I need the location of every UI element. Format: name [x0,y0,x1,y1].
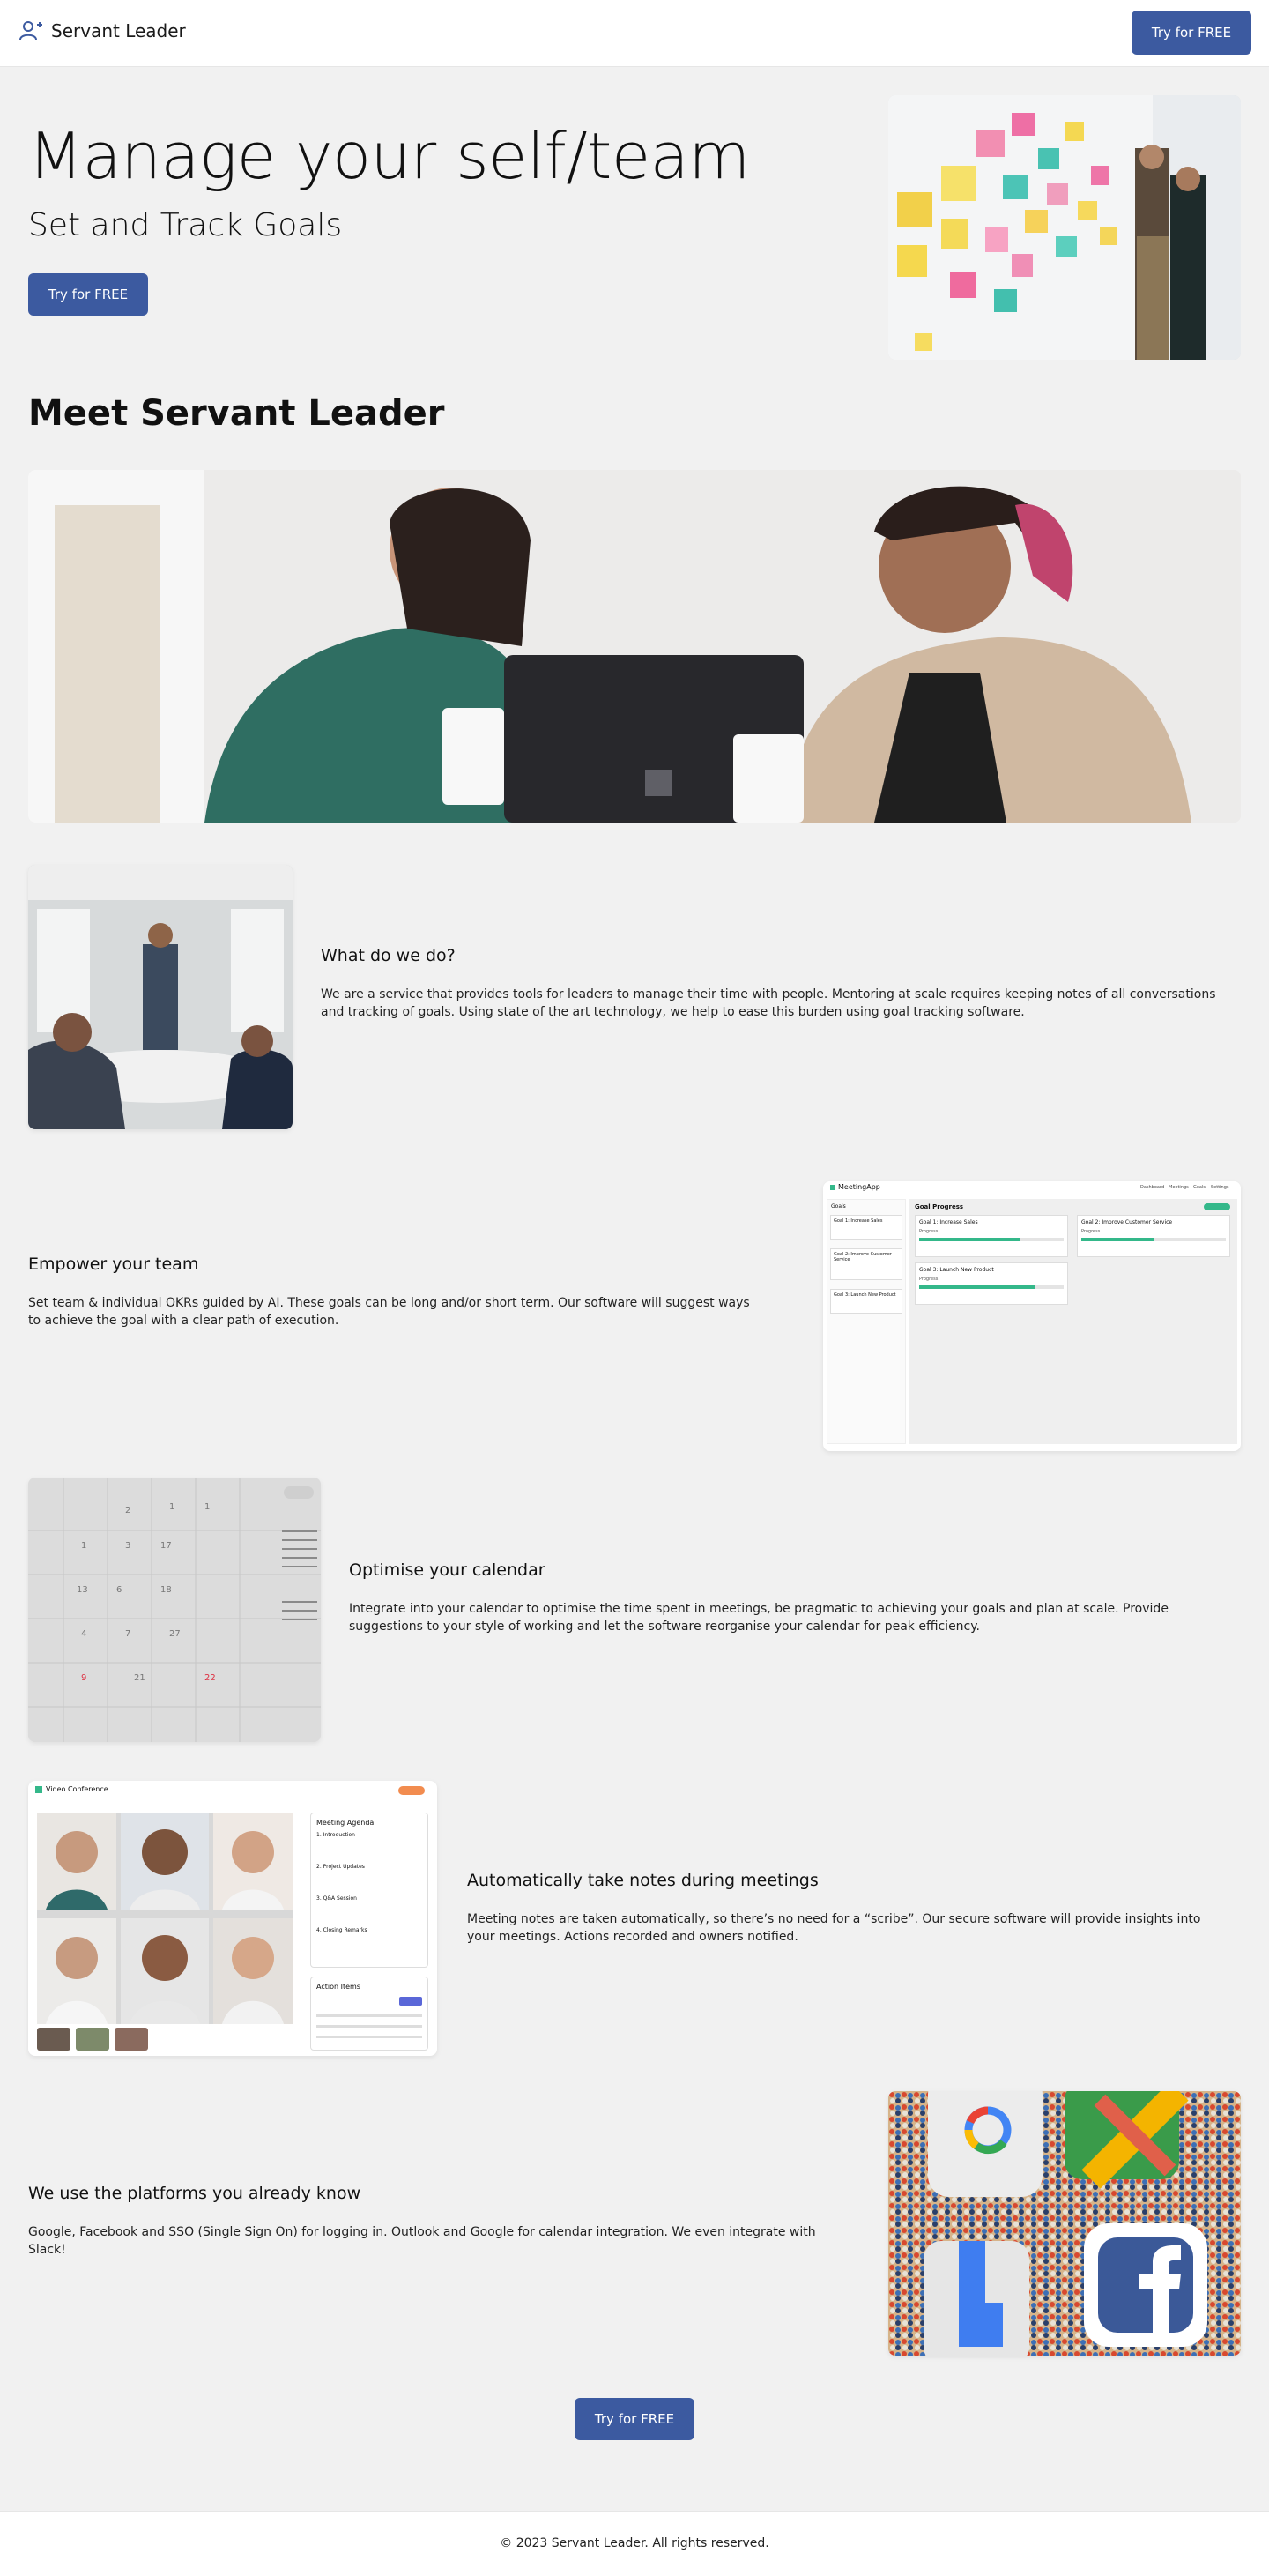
mock-sidebar-goal: Goal 1: Increase Sales [830,1215,902,1240]
mock-sidebar-goal: Goal 3: Launch New Product [830,1289,902,1314]
hero-subtitle: Set and Track Goals [28,207,343,243]
mock-nav-meetings: Meetings [1169,1185,1189,1190]
video-thumbnail [37,2028,70,2051]
svg-text:9: 9 [81,1673,86,1683]
svg-text:21: 21 [134,1673,145,1683]
video-app-title: Video Conference [46,1785,108,1793]
brand-name: Servant Leader [51,20,186,41]
mock-progress-track [919,1285,1064,1289]
mock-nav-dashboard: Dashboard [1140,1185,1165,1190]
svg-text:2: 2 [125,1506,130,1515]
svg-text:4: 4 [81,1629,86,1639]
feature-title-notes: Automatically take notes during meetings [467,1871,819,1890]
feature-body-platforms: Google, Facebook and SSO (Single Sign On… [28,2225,816,2257]
action-items-title: Action Items [316,1983,360,1991]
meet-title: Meet Servant Leader [28,393,445,434]
mock-card-progress-label: Progress [919,1277,939,1282]
video-conference-screenshot: Video Conference Meeting Agenda 1. Intro… [28,1781,437,2056]
brand[interactable]: Servant Leader [18,18,186,44]
nav-try-free-button[interactable]: Try for FREE [1132,11,1251,55]
feature-title-platforms: We use the platforms you already know [28,2184,361,2203]
video-participants-grid [37,1813,293,2024]
mock-progress-track [1081,1238,1226,1241]
agenda-item: 4. Closing Remarks [316,1927,367,1933]
video-thumbnail [76,2028,109,2051]
action-add-button [399,1997,422,2006]
action-items-panel: Action Items [310,1977,428,2051]
svg-text:1: 1 [204,1502,210,1512]
mock-main-title: Goal Progress [915,1203,964,1210]
hero-try-free-button[interactable]: Try for FREE [28,273,148,316]
video-thumbnail [115,2028,148,2051]
mock-progress-fill [919,1238,1020,1241]
feature-title-empower: Empower your team [28,1254,199,1274]
agenda-title: Meeting Agenda [316,1819,375,1827]
svg-text:22: 22 [204,1673,216,1683]
footer: © 2023 Servant Leader. All rights reserv… [0,2511,1269,2576]
team-laptop-image [28,470,1241,823]
agenda-item: 1. Introduction [316,1832,355,1838]
video-leave-button [398,1786,425,1795]
feature-body-empower: Set team & individual OKRs guided by AI.… [28,1296,750,1328]
feature-title-what: What do we do? [321,946,456,965]
sticky-notes-whiteboard-image [888,95,1241,360]
goal-tracker-screenshot: MeetingApp Dashboard Meetings Goals Sett… [823,1181,1241,1451]
footer-copyright: © 2023 Servant Leader. All rights reserv… [500,2536,769,2550]
mock-nav-goals: Goals [1193,1185,1206,1190]
mock-card-title: Goal 3: Launch New Product [919,1267,994,1273]
svg-text:17: 17 [160,1541,172,1551]
feature-body-what: We are a service that provides tools for… [321,987,1216,1019]
svg-text:1: 1 [81,1541,86,1551]
svg-text:7: 7 [125,1629,130,1639]
add-user-icon [18,18,44,44]
feature-body-calendar: Integrate into your calendar to optimise… [349,1602,1169,1634]
mock-card-title: Goal 1: Increase Sales [919,1219,978,1225]
mock-nav-settings: Settings [1211,1185,1229,1190]
agenda-item: 3. Q&A Session [316,1895,357,1902]
svg-text:13: 13 [77,1585,88,1595]
meeting-agenda-panel: Meeting Agenda 1. Introduction 2. Projec… [310,1813,428,1968]
hero-title: Manage your self/team [28,119,750,193]
video-app-logo-icon [35,1786,42,1793]
action-line [316,2025,422,2028]
team-meeting-image [28,865,293,1129]
mock-add-goal-button [1204,1203,1230,1210]
svg-text:27: 27 [169,1629,181,1639]
svg-text:18: 18 [160,1585,172,1595]
svg-text:3: 3 [125,1541,130,1551]
mock-sidebar-title: Goals [831,1203,846,1210]
mock-card-progress-label: Progress [1081,1229,1101,1234]
agenda-item: 2. Project Updates [316,1864,365,1870]
mock-goal-card: Goal 3: Launch New Product Progress [915,1262,1068,1305]
mock-main: Goal Progress Goal 1: Increase Sales Pro… [909,1199,1237,1444]
mock-card-progress-label: Progress [919,1229,939,1234]
mock-sidebar: Goals Goal 1: Increase Sales Goal 2: Imp… [827,1199,906,1444]
mock-progress-fill [919,1285,1035,1289]
svg-text:1: 1 [169,1502,174,1512]
action-line [316,2036,422,2038]
mock-goal-card: Goal 1: Increase Sales Progress [915,1215,1068,1257]
platform-logos-image [888,2091,1241,2356]
action-line [316,2014,422,2017]
mock-sidebar-goal: Goal 2: Improve Customer Service [830,1248,902,1280]
mock-card-title: Goal 2: Improve Customer Service [1081,1219,1173,1225]
feature-title-calendar: Optimise your calendar [349,1560,545,1580]
mock-app-name: MeetingApp [838,1183,880,1191]
top-nav: Servant Leader Try for FREE [0,0,1269,67]
app-logo-icon [830,1185,835,1190]
svg-text:6: 6 [116,1585,122,1595]
mock-app-header: MeetingApp Dashboard Meetings Goals Sett… [823,1181,1241,1195]
mock-progress-fill [1081,1238,1154,1241]
calendar-image: 211 1 3 17 13 6 18 4 7 27 9 21 22 [28,1478,321,1742]
mock-goal-card: Goal 2: Improve Customer Service Progres… [1077,1215,1230,1257]
mock-progress-track [919,1238,1064,1241]
bottom-try-free-button[interactable]: Try for FREE [575,2398,694,2440]
feature-body-notes: Meeting notes are taken automatically, s… [467,1912,1201,1944]
